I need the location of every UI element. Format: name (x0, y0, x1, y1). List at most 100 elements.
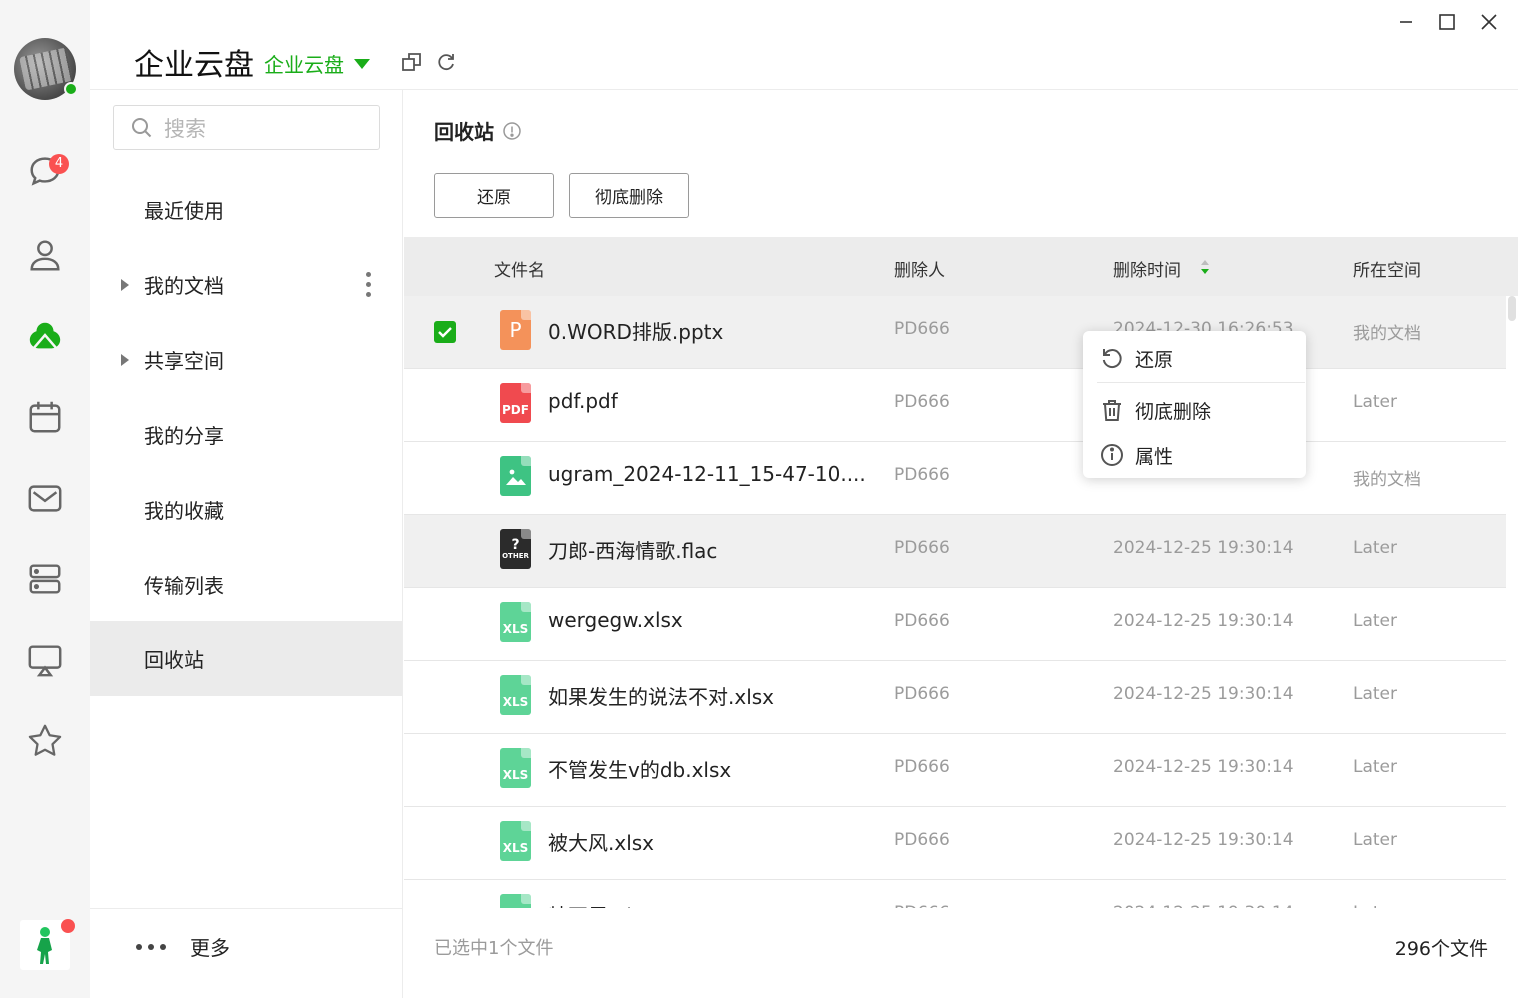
table-row[interactable]: PDF pdf.pdf PD666 Later (404, 369, 1506, 442)
workbench-icon[interactable] (24, 558, 66, 600)
ppt-file-icon: P (500, 310, 531, 350)
column-header-space[interactable]: 所在空间 (1353, 256, 1421, 281)
cell-space: Later (1353, 830, 1398, 850)
file-name[interactable]: 不管发生v的db.xlsx (548, 754, 731, 783)
more-dots-icon (136, 943, 166, 950)
cell-deleter: PD666 (894, 319, 950, 339)
nav-item-recycle-bin[interactable]: 回收站 (90, 621, 402, 696)
popout-window-icon[interactable] (400, 50, 424, 74)
search-icon (132, 117, 152, 137)
nav-item-label: 传输列表 (144, 574, 224, 598)
table-row[interactable]: XLS 被大风.xlsx PD666 2024-12-25 19:30:14 Later (404, 807, 1506, 880)
scrollbar-thumb[interactable] (1508, 296, 1516, 321)
maximize-button[interactable] (1433, 8, 1461, 36)
cell-space: Later (1353, 757, 1398, 777)
cell-space: Later (1353, 611, 1398, 631)
cell-space: Later (1353, 684, 1398, 704)
cloud-drive-icon[interactable] (24, 315, 66, 357)
cell-time: 2024-12-25 19:30:14 (1113, 538, 1294, 558)
file-name[interactable]: ugram_2024-12-11_15-47-10.... (548, 462, 866, 486)
cell-deleter: PD666 (894, 830, 950, 850)
more-button[interactable]: 更多 (136, 932, 230, 961)
nav-item-transfers[interactable]: 传输列表 (90, 547, 402, 622)
cell-space: Later (1353, 538, 1398, 558)
file-name[interactable]: 如果发生的说法不对.xlsx (548, 681, 774, 710)
page-title: 回收站 (434, 116, 522, 145)
file-name[interactable]: 特瓦里.xlsx (548, 900, 654, 908)
other-file-icon: ? OTHER (500, 529, 531, 569)
meeting-icon[interactable] (24, 639, 66, 681)
more-label: 更多 (190, 936, 230, 960)
sort-icon[interactable] (1200, 257, 1210, 277)
column-header-deleter[interactable]: 删除人 (894, 256, 945, 281)
context-menu-delete-permanently[interactable]: 彻底删除 (1083, 388, 1306, 432)
delete-permanently-button[interactable]: 彻底删除 (569, 173, 689, 218)
close-button[interactable] (1475, 8, 1503, 36)
contacts-icon[interactable] (24, 234, 66, 276)
file-name[interactable]: 0.WORD排版.pptx (548, 316, 723, 345)
context-menu-label: 还原 (1135, 348, 1174, 371)
info-icon[interactable] (502, 121, 522, 141)
expand-arrow-icon[interactable] (121, 353, 129, 366)
nav-item-recent[interactable]: 最近使用 (90, 172, 402, 247)
cell-time: 2024-12-25 19:30:14 (1113, 684, 1294, 704)
context-menu-properties[interactable]: 属性 (1083, 433, 1306, 477)
app-rail: 4 (0, 0, 90, 998)
mini-app-notification-dot (61, 919, 75, 933)
xls-file-icon: XLS (500, 821, 531, 861)
file-name[interactable]: pdf.pdf (548, 389, 618, 413)
expand-arrow-icon[interactable] (121, 278, 129, 291)
pdf-file-icon: PDF (500, 383, 531, 423)
column-header-time[interactable]: 删除时间 (1113, 256, 1181, 281)
table-row[interactable]: P 0.WORD排版.pptx PD666 2024-12-30 16:26:53 我的… (404, 296, 1506, 369)
selection-status: 已选中1个文件 (434, 938, 554, 959)
table-row[interactable]: XLS 如果发生的说法不对.xlsx PD666 2024-12-25 19:30:1… (404, 661, 1506, 734)
nav-item-my-docs[interactable]: 我的文档 (90, 247, 402, 322)
online-status-dot (64, 82, 78, 96)
cell-time: 2024-12-25 19:30:14 (1113, 830, 1294, 850)
unread-badge: 4 (49, 154, 69, 174)
cell-deleter: PD666 (894, 684, 950, 704)
table-header: 文件名 删除人 删除时间 所在空间 (404, 237, 1518, 296)
file-name[interactable]: wergegw.xlsx (548, 608, 683, 632)
minimize-button[interactable] (1392, 8, 1420, 36)
search-placeholder: 搜索 (164, 116, 206, 141)
table-row[interactable]: XLS 不管发生v的db.xlsx PD666 2024-12-25 19:30:14… (404, 734, 1506, 807)
search-box[interactable]: 搜索 (113, 105, 380, 150)
cell-time: 2024-12-25 19:30:14 (1113, 611, 1294, 631)
more-options-icon[interactable] (366, 272, 371, 297)
nav-item-label: 我的分享 (144, 424, 224, 448)
img-file-icon (500, 456, 531, 496)
table-row[interactable]: XLS 特瓦里.xlsx PD666 2024-12-25 19:30:14 Later (404, 880, 1506, 908)
column-header-name[interactable]: 文件名 (494, 256, 545, 281)
context-menu: 还原 彻底删除 属性 (1083, 331, 1306, 478)
space-switcher[interactable]: 企业云盘 (264, 49, 370, 78)
context-menu-restore[interactable]: 还原 (1083, 336, 1306, 380)
nav-item-shared-space[interactable]: 共享空间 (90, 322, 402, 397)
xls-file-icon: XLS (500, 675, 531, 715)
table-row[interactable]: ugram_2024-12-11_15-47-10.... PD666 我的文档 (404, 442, 1506, 515)
nav-item-my-shares[interactable]: 我的分享 (90, 397, 402, 472)
calendar-icon[interactable] (24, 396, 66, 438)
context-menu-label: 属性 (1135, 445, 1174, 468)
file-list: P 0.WORD排版.pptx PD666 2024-12-30 16:26:53 我的… (404, 296, 1506, 908)
nav-item-my-favorites[interactable]: 我的收藏 (90, 472, 402, 547)
row-checkbox[interactable] (434, 321, 456, 343)
xls-file-icon: XLS (500, 602, 531, 642)
nav-footer-divider (90, 908, 402, 909)
file-name[interactable]: 被大风.xlsx (548, 827, 654, 856)
page-title-text: 回收站 (434, 120, 494, 144)
cell-deleter: PD666 (894, 903, 950, 908)
table-row[interactable]: ? OTHER 刀郎-西海情歌.flac PD666 2024-12-25 19:30:… (404, 515, 1506, 588)
app-title: 企业云盘 (134, 48, 254, 83)
file-name[interactable]: 刀郎-西海情歌.flac (548, 535, 717, 564)
favorites-icon[interactable] (24, 720, 66, 762)
nav-panel: 搜索 最近使用 我的文档 共享空间 我的分享 我的收藏 传输列表 回收站 更多 (90, 90, 403, 998)
mail-icon[interactable] (24, 477, 66, 519)
cell-deleter: PD666 (894, 611, 950, 631)
nav-item-label: 我的文档 (144, 274, 224, 298)
restore-button[interactable]: 还原 (434, 173, 554, 218)
table-row[interactable]: XLS wergegw.xlsx PD666 2024-12-25 19:30:14 L… (404, 588, 1506, 661)
nav-item-label: 共享空间 (144, 349, 224, 373)
refresh-icon[interactable] (434, 50, 458, 74)
